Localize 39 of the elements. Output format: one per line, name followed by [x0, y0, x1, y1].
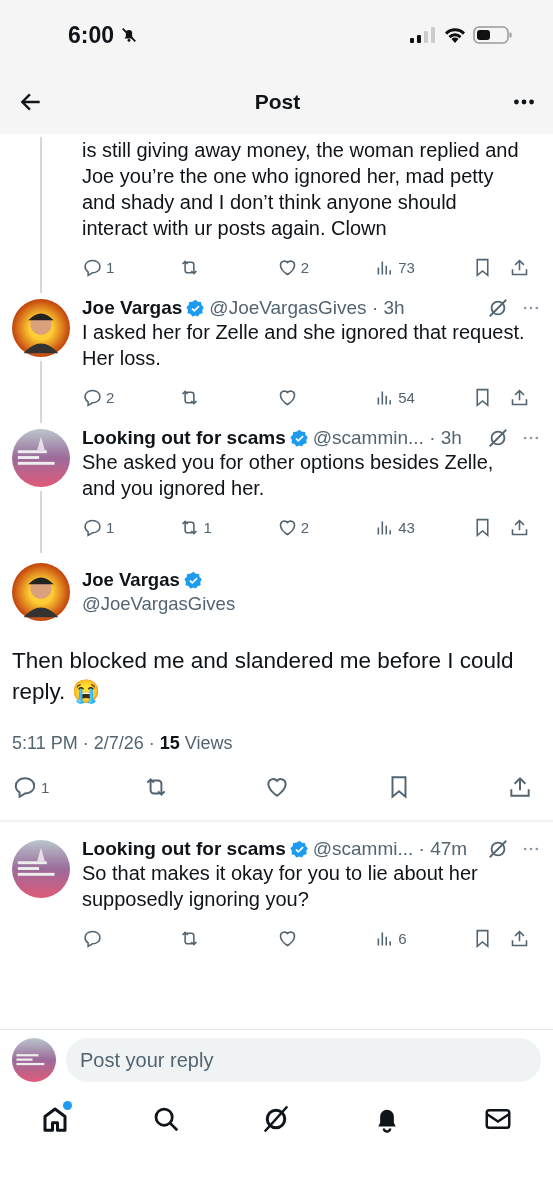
signal-icon: [409, 26, 437, 44]
handle-and-time: @scammi... · 47m: [312, 838, 468, 860]
grok-icon[interactable]: [487, 838, 509, 860]
views-label: Views: [184, 733, 233, 754]
count: 73: [398, 258, 415, 276]
count: 1: [106, 258, 115, 276]
author-name[interactable]: Looking out for scams: [82, 427, 286, 449]
count: 2: [300, 518, 310, 536]
post-timestamp: 5:11 PM · 2/7/26 ·: [12, 733, 155, 754]
count: 1: [106, 518, 115, 536]
reply-text: She asked you for other options besides Zelle, and you ignored her.: [82, 450, 495, 501]
grok-icon[interactable]: [487, 427, 509, 449]
count: 54: [398, 388, 415, 406]
author-handle: @JoeVargasGives: [82, 593, 236, 615]
count: 2: [300, 258, 310, 276]
count: 43: [398, 518, 415, 536]
status-time: 6:00: [68, 21, 115, 49]
author-name[interactable]: Joe Vargas: [82, 569, 180, 591]
header-title: Post: [254, 90, 301, 114]
handle-and-time: @scammin... · 3h: [312, 427, 462, 449]
wifi-icon: [443, 26, 467, 44]
count: 2: [106, 388, 115, 406]
avatar[interactable]: [12, 563, 70, 621]
post-text: Then blocked me and slandered me before I could reply. 😭: [12, 648, 514, 704]
count: 1: [203, 518, 212, 536]
count: 1: [41, 778, 50, 796]
reply-text: So that makes it okay for you to lie about her supposedly ignoring you?: [82, 861, 479, 912]
reply-text: I asked her for Zelle and she ignored that request. Her loss.: [82, 320, 526, 371]
reply-input[interactable]: Post your reply: [66, 1038, 541, 1082]
handle-and-time: @JoeVargasGives · 3h: [209, 297, 405, 319]
reply-icon[interactable]: [12, 774, 38, 800]
author-name[interactable]: Joe Vargas: [82, 297, 183, 319]
grok-icon[interactable]: [487, 297, 509, 319]
count: 6: [398, 929, 407, 947]
battery-icon: [473, 25, 513, 45]
avatar[interactable]: [12, 299, 70, 357]
author-name[interactable]: Looking out for scams: [82, 838, 286, 860]
reply-text: is still giving away money, the woman replied and Joe you’re the one who ignored her, mad petty and shady and I don’t think anyone should interact with ur posts again. Clown: [82, 138, 520, 241]
view-count: 15: [159, 733, 180, 754]
